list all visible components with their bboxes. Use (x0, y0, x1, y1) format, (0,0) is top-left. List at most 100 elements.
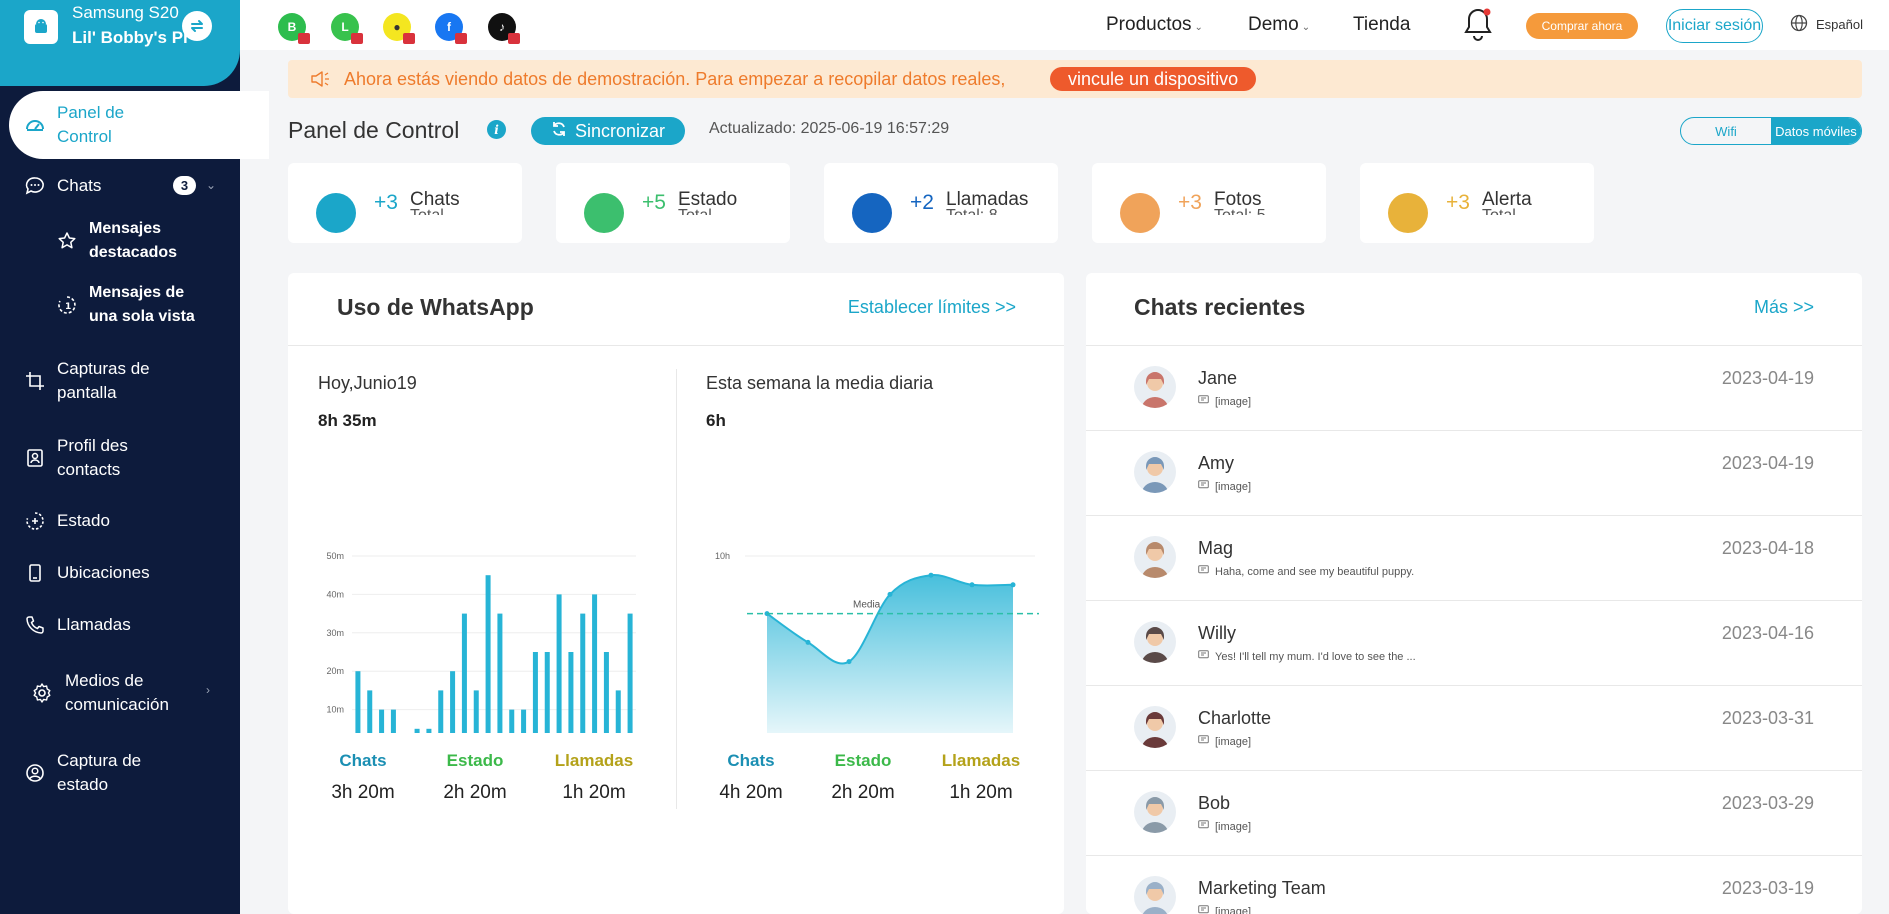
sidebar-item-view-once[interactable]: 1 Mensajes de una sola vista (0, 281, 240, 329)
sidebar-item-contacts[interactable]: Profil des contacts (0, 434, 240, 482)
crop-icon (24, 370, 46, 392)
chat-row[interactable]: Willy Yes! I'll tell my mum. I'd love to … (1086, 600, 1862, 685)
chat-preview: Haha, come and see my beautiful puppy. (1198, 565, 1414, 578)
switch-device-icon[interactable] (182, 11, 212, 41)
message-icon (1198, 650, 1209, 663)
sidebar-item-calls[interactable]: Llamadas (0, 613, 240, 637)
stat-total: Total (678, 207, 778, 215)
y-tick-label: 30m (326, 628, 344, 638)
bar (568, 652, 574, 733)
bar (426, 728, 432, 733)
bar (438, 690, 444, 733)
demo-menu[interactable]: Demo ⌄ (1248, 14, 1310, 36)
sidebar-item-media[interactable]: Medios de comunicación › (0, 669, 240, 717)
stat-number: +3 (374, 191, 398, 214)
gauge-icon (24, 114, 46, 136)
summary-value: 3h 20m (331, 782, 395, 803)
sidebar-item-label: Panel de Control (57, 103, 125, 146)
sidebar-item-status-capture[interactable]: Captura de estado (0, 749, 240, 797)
today-total: 8h 35m (318, 411, 377, 430)
whatsapp-business-icon[interactable]: B (278, 13, 310, 44)
bar (592, 594, 598, 733)
avatar (1134, 791, 1176, 833)
chat-name: Marketing Team (1198, 878, 1326, 898)
demo-label: Demo (1248, 14, 1299, 35)
chat-date: 2023-03-31 (1721, 708, 1814, 728)
avatar (1134, 451, 1176, 493)
login-button[interactable]: Iniciar sesión (1666, 9, 1763, 43)
line-icon[interactable]: L (331, 13, 363, 44)
bell-icon[interactable] (1460, 5, 1496, 48)
buy-now-button[interactable]: Comprar ahora (1526, 13, 1638, 39)
link-device-button[interactable]: vincule un dispositivo (1050, 67, 1257, 91)
avatar (1134, 366, 1176, 408)
summary-value: 1h 20m (949, 782, 1013, 803)
chat-row[interactable]: Mag Haha, come and see my beautiful puppy… (1086, 515, 1862, 600)
divider (676, 369, 677, 809)
sidebar-item-screenshots[interactable]: Capturas de pantalla (0, 357, 240, 405)
chat-row[interactable]: Bob [image] 2023-03-29 (1086, 770, 1862, 855)
chat-row[interactable]: Amy [image] 2023-04-19 (1086, 430, 1862, 515)
tiktok-icon[interactable]: ♪ (488, 13, 520, 44)
snapchat-icon[interactable]: ● (383, 13, 415, 44)
data-point (887, 591, 893, 597)
chat-row[interactable]: Marketing Team [image] 2023-03-19 (1086, 855, 1862, 914)
gift-icon (298, 33, 310, 44)
sidebar-item-chats[interactable]: Chats 3 ⌄ (0, 174, 240, 198)
device-card[interactable]: Samsung S20 Lil' Bobby's Phone (0, 0, 240, 86)
sidebar-item-locations[interactable]: Ubicaciones (0, 561, 240, 585)
facebook-icon[interactable]: f (435, 13, 467, 44)
globe-icon (1790, 14, 1808, 35)
message-icon (1198, 565, 1209, 578)
chat-bubble-icon (24, 175, 46, 197)
summary-label: Chats (339, 751, 387, 770)
language-selector[interactable]: Español (1790, 14, 1863, 35)
sidebar-item-label: Ubicaciones (57, 563, 150, 582)
chat-name: Willy (1198, 623, 1236, 643)
info-icon[interactable]: i (487, 120, 506, 139)
stat-card-alerts[interactable]: +3 Alerta Total (1360, 163, 1594, 243)
sidebar-item-dashboard[interactable]: Panel de Control (9, 91, 269, 159)
y-tick-label: 40m (326, 589, 344, 599)
chat-icon (316, 193, 356, 233)
stat-card-chats[interactable]: +3 Chats Total (288, 163, 522, 243)
chat-row[interactable]: Jane [image] 2023-04-19 (1086, 345, 1862, 430)
store-link[interactable]: Tienda (1353, 14, 1410, 36)
avatar (1134, 621, 1176, 663)
top-bar: B L ● f ♪ Productos ⌄ Demo ⌄ Tienda Compra… (240, 0, 1889, 50)
chat-row[interactable]: Charlotte [image] 2023-03-31 (1086, 685, 1862, 770)
mobile-data-option[interactable]: Datos móviles (1771, 118, 1861, 144)
wifi-option[interactable]: Wifi (1681, 118, 1771, 144)
avatar (1134, 536, 1176, 578)
mean-label: Media (853, 600, 881, 611)
user-circle-icon (24, 762, 46, 784)
recent-chats-panel: Chats recientes Más >> Jane [image] 2023-0… (1086, 273, 1862, 914)
y-tick-label: 20m (326, 666, 344, 676)
stat-card-photos[interactable]: +3 Fotos Total: 5 (1092, 163, 1326, 243)
chat-name: Amy (1198, 453, 1234, 473)
sidebar-item-starred[interactable]: Mensajes destacados (0, 217, 240, 265)
message-icon (1198, 905, 1209, 914)
device-user: Lil' Bobby's Phone (72, 28, 190, 47)
stat-card-calls[interactable]: +2 Llamadas Total: 8 (824, 163, 1058, 243)
sidebar: Samsung S20 Lil' Bobby's Phone Panel de … (0, 0, 269, 914)
chat-preview: [image] (1198, 905, 1251, 914)
summary-value: 2h 20m (443, 782, 507, 803)
products-menu[interactable]: Productos ⌄ (1106, 14, 1203, 36)
avatar (1134, 706, 1176, 748)
chat-date: 2023-04-19 (1721, 368, 1814, 388)
bar (627, 613, 633, 733)
bar (556, 594, 562, 733)
sync-button[interactable]: Sincronizar (531, 117, 685, 145)
y-tick-label: 10m (326, 705, 344, 715)
message-icon (1198, 395, 1209, 408)
y-tick-label: 50m (326, 551, 344, 561)
stat-card-status[interactable]: +5 Estado Total (556, 163, 790, 243)
data-point (1010, 582, 1016, 588)
stat-total: Total (1482, 207, 1582, 215)
status-icon (584, 193, 624, 233)
sidebar-item-status[interactable]: Estado (0, 509, 240, 533)
set-limits-link[interactable]: Establecer límites >> (848, 297, 1016, 318)
more-link[interactable]: Más >> (1754, 297, 1814, 318)
sidebar-item-label: Llamadas (57, 615, 131, 634)
